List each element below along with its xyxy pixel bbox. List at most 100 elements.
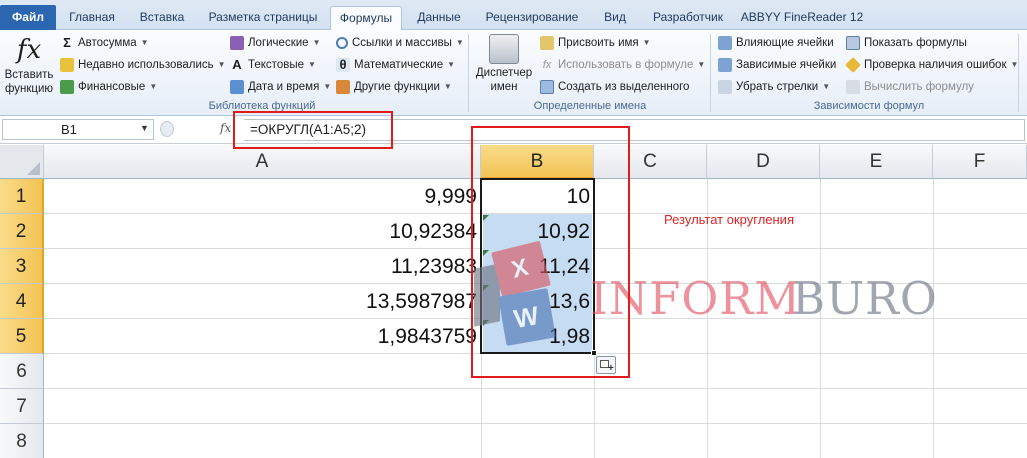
tab-home[interactable]: Главная [60,6,124,30]
select-all-corner[interactable] [0,145,44,179]
column-header-c[interactable]: C [594,145,707,179]
name-manager-button[interactable]: Диспетчер имен [472,34,536,94]
row-header-8[interactable]: 8 [0,424,44,458]
row-header-2[interactable]: 2 [0,214,44,249]
autosum-label: Автосумма [78,37,137,49]
gridline [44,388,1027,389]
text-functions-button[interactable]: A Текстовые ▼ [230,55,316,75]
define-name-button[interactable]: Присвоить имя ▼ [540,33,651,53]
fx-icon[interactable]: fx [220,121,231,135]
evaluate-icon [846,80,860,94]
date-time-button[interactable]: Дата и время ▼ [230,77,331,97]
gridline [44,423,1027,424]
math-trig-button[interactable]: θ Математические ▼ [336,55,455,75]
cell-a5[interactable]: 1,9843759 [44,319,481,354]
tab-view[interactable]: Вид [592,6,638,30]
tab-page-layout[interactable]: Разметка страницы [200,6,326,30]
tab-formulas[interactable]: Формулы [330,6,402,31]
financial-button[interactable]: Финансовые ▼ [60,77,157,97]
use-in-formula-label: Использовать в формуле [558,59,694,71]
ribbon-tab-bar: Файл Главная Вставка Разметка страницы Ф… [0,0,1027,31]
calendar-icon [230,80,244,94]
select-all-icon [27,162,40,175]
tab-file[interactable]: Файл [0,5,56,30]
result-note: Результат округления [664,212,794,227]
chevron-down-icon: ▼ [149,82,158,91]
word-w-glyph: W [511,300,541,335]
row-header-4[interactable]: 4 [0,284,44,319]
warning-icon [845,57,861,73]
name-manager-label-1: Диспетчер [475,67,533,79]
insert-function-button[interactable]: fx Вставить функцию [2,34,56,96]
name-box[interactable]: B1 [2,119,154,140]
tab-developer[interactable]: Разработчик [642,6,734,30]
chevron-down-icon: ▼ [217,60,226,69]
column-header-e[interactable]: E [820,145,933,179]
create-from-selection-button[interactable]: Создать из выделенного [540,77,689,97]
row-header-3[interactable]: 3 [0,249,44,284]
show-formulas-button[interactable]: Показать формулы [846,33,967,53]
group-divider [1018,34,1019,112]
arrow-precedents-icon [718,36,732,50]
insert-function-label-1: Вставить [4,69,54,81]
tab-abbyy[interactable]: ABBYY FineReader 12 [738,6,866,30]
cell-a4[interactable]: 13,5987987 [44,284,481,319]
date-time-label: Дата и время [248,81,320,93]
chevron-down-icon: ▼ [642,38,651,47]
recent-label: Недавно использовались [78,59,214,71]
tab-insert[interactable]: Вставка [128,6,196,30]
row-header-6[interactable]: 6 [0,354,44,389]
chevron-down-icon: ▼ [455,38,464,47]
error-checking-button[interactable]: Проверка наличия ошибок ▼ [845,55,1018,75]
watermark-text-buro: BURO [792,272,938,325]
group-label-library: Библиотека функций [208,100,316,112]
column-header-a[interactable]: A [44,145,481,179]
row-header-1[interactable]: 1 [0,179,44,214]
remove-arrows-button[interactable]: Убрать стрелки ▼ [718,77,830,97]
chevron-down-icon[interactable]: ▼ [140,123,149,133]
sigma-icon: Σ [63,35,71,50]
tab-review[interactable]: Рецензирование [476,6,588,30]
theta-icon: θ [336,58,350,72]
evaluate-formula-label: Вычислить формулу [864,81,974,93]
trace-dependents-button[interactable]: Зависимые ячейки [718,55,836,75]
show-formulas-icon [846,36,860,50]
lookup-reference-button[interactable]: Ссылки и массивы ▼ [336,33,464,53]
row-header-5[interactable]: 5 [0,319,44,354]
formula-bar-splitter[interactable] [160,121,174,137]
define-name-label: Присвоить имя [558,37,639,49]
more-functions-button[interactable]: Другие функции ▼ [336,77,452,97]
grid-icon [540,80,554,94]
chevron-down-icon: ▼ [447,60,456,69]
chevron-down-icon: ▼ [323,82,332,91]
tab-data[interactable]: Данные [406,6,472,30]
fx-small-icon: fx [542,59,552,71]
fx-icon: fx [16,35,42,65]
chevron-down-icon: ▼ [312,38,321,47]
formula-bar: B1 ▼ fx =ОКРУГЛ(A1:A5;2) [0,116,1027,144]
use-in-formula-button[interactable]: fx Использовать в формуле ▼ [540,55,706,75]
column-header-f[interactable]: F [933,145,1027,179]
row-header-7[interactable]: 7 [0,389,44,424]
show-formulas-label: Показать формулы [864,37,967,49]
logical-button[interactable]: Логические ▼ [230,33,320,53]
trace-precedents-label: Влияющие ячейки [736,37,834,49]
cell-a2[interactable]: 10,92384 [44,214,481,249]
cell-a1[interactable]: 9,999 [44,179,481,214]
autosum-button[interactable]: Σ Автосумма ▼ [60,33,148,53]
financial-label: Финансовые [78,81,146,93]
excel-x-glyph: X [508,253,531,284]
recent-functions-button[interactable]: Недавно использовались ▼ [60,55,226,75]
name-manager-icon [489,34,519,64]
evaluate-formula-button[interactable]: Вычислить формулу [846,77,974,97]
cell-a3[interactable]: 11,23983 [44,249,481,284]
formula-input[interactable]: =ОКРУГЛ(A1:A5;2) [244,119,1025,141]
tag-icon [540,36,554,50]
trace-precedents-button[interactable]: Влияющие ячейки [718,33,834,53]
chevron-down-icon: ▼ [443,82,452,91]
column-header-b[interactable]: B [481,145,594,179]
column-header-d[interactable]: D [707,145,820,179]
book-icon [336,80,350,94]
chevron-down-icon: ▼ [697,60,706,69]
error-checking-label: Проверка наличия ошибок [864,59,1007,71]
